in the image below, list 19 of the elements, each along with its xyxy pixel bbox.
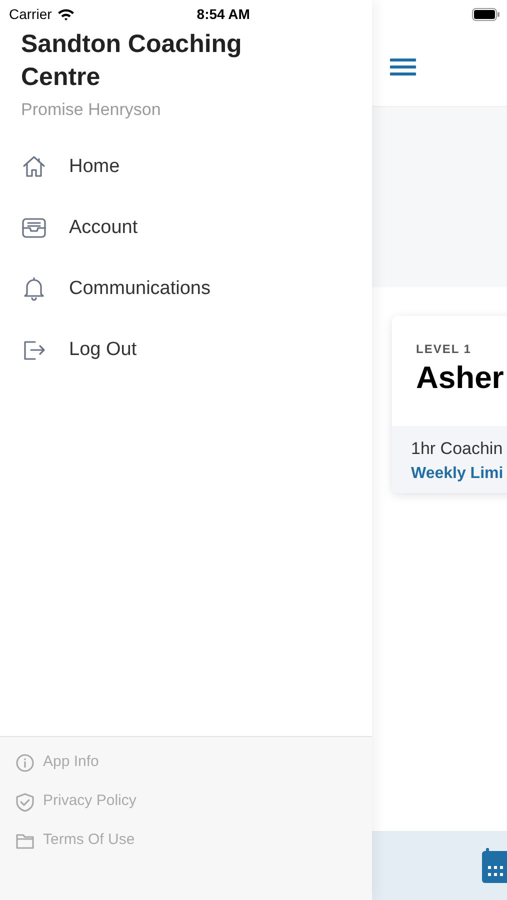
carrier-label: Carrier — [9, 4, 52, 24]
player-name: Asher — [416, 359, 505, 397]
level-label: LEVEL 1 — [416, 341, 472, 358]
wifi-icon — [56, 8, 75, 20]
inbox-icon — [20, 215, 48, 241]
menu-item[interactable]: Communications — [69, 274, 210, 304]
menu-item[interactable]: Account — [69, 214, 138, 242]
drawer-title: Sandton Coaching Centre — [20, 29, 243, 93]
calendar-icon[interactable] — [482, 848, 507, 883]
battery-icon — [472, 8, 500, 20]
info-icon — [15, 752, 35, 772]
menu-item[interactable]: Log Out — [69, 336, 137, 364]
clock-label: 8:54 AM — [196, 4, 250, 24]
weekly-limit-link[interactable]: Weekly Limi — [411, 462, 507, 486]
shield-icon — [15, 792, 35, 812]
session-type: 1hr Coachin — [411, 438, 504, 460]
user-name: Promise Henryson — [20, 99, 162, 121]
menu-item[interactable]: Home — [69, 152, 120, 182]
menu-icon[interactable] — [390, 57, 416, 77]
